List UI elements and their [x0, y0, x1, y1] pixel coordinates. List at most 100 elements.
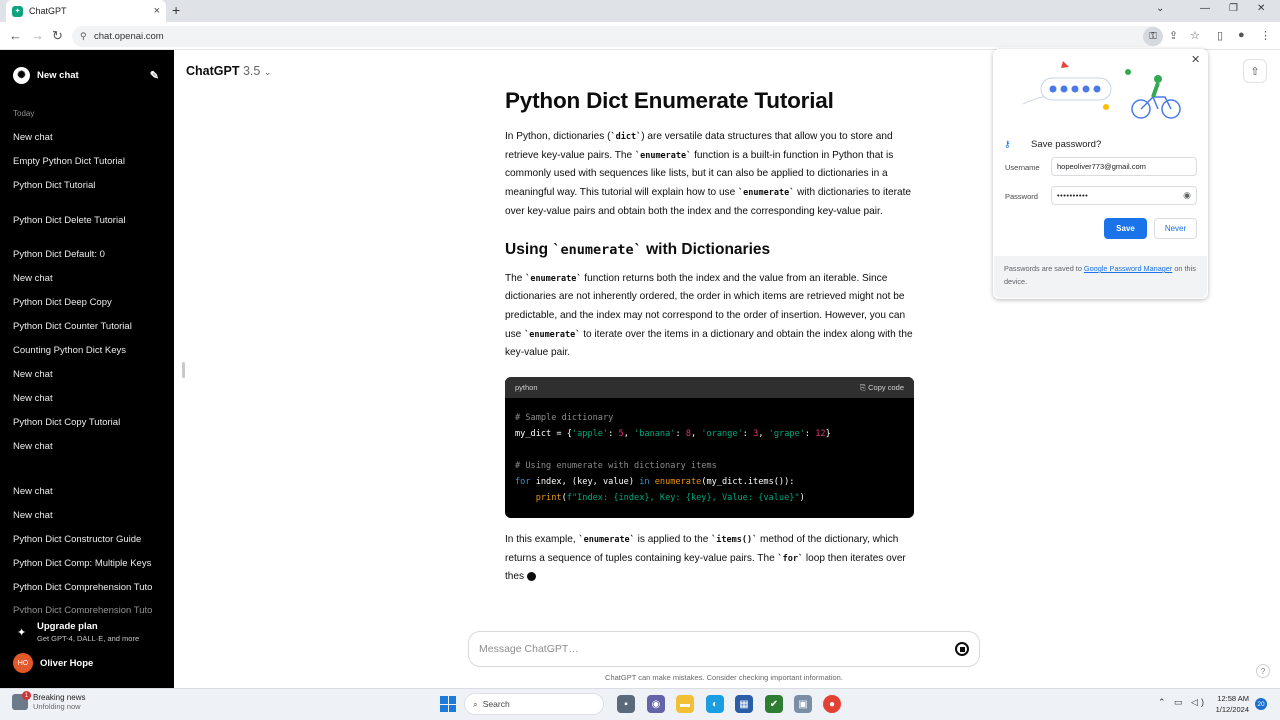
close-popup-icon[interactable]: ✕	[1191, 53, 1200, 66]
edge-icon[interactable]: ◐	[706, 695, 724, 713]
popup-title: Save password?	[1031, 139, 1102, 150]
sidebar-item[interactable]: New chat	[13, 393, 153, 404]
sidebar-item[interactable]: Empty Python Dict Tutorial	[13, 156, 153, 167]
share-button[interactable]: ⇧	[1243, 59, 1267, 83]
chatgpt-favicon-icon: ✦	[12, 5, 23, 17]
taskbar	[0, 688, 1280, 720]
news-subtitle: Unfolding now	[33, 702, 81, 711]
tab-search-chevron-icon[interactable]: ⌄	[1156, 3, 1164, 14]
clock[interactable]: 12:58 AM 1/12/2024	[1209, 693, 1249, 715]
sidebar-item[interactable]: Python Dict Counter Tutorial	[13, 321, 153, 332]
forward-button[interactable]: →	[31, 28, 44, 43]
code-block-header: python ⎘ Copy code	[505, 377, 914, 399]
sidebar-item[interactable]: New chat	[13, 273, 153, 284]
password-key-icon[interactable]: ⚿	[1143, 27, 1163, 46]
sidebar-item[interactable]: Python Dict Default: 0	[13, 249, 153, 260]
clipboard-icon: ⎘	[860, 382, 869, 392]
start-button[interactable]	[440, 696, 456, 712]
sidebar-item[interactable]: New chat	[13, 486, 153, 497]
edit-icon[interactable]: ✎	[150, 69, 159, 82]
teams-icon[interactable]: ◉	[647, 695, 665, 713]
minimize-button[interactable]: —	[1200, 3, 1210, 14]
new-tab-button[interactable]: +	[172, 2, 180, 18]
side-panel-icon[interactable]: ▯	[1217, 29, 1223, 42]
sidebar-item[interactable]: Python Dict Comprehension Tuto	[13, 605, 153, 613]
sidebar-item[interactable]: New chat	[13, 441, 153, 452]
reload-button[interactable]: ↻	[52, 28, 63, 44]
model-selector[interactable]: ChatGPT 3.5 ⌄	[186, 64, 271, 78]
password-manager-link[interactable]: Google Password Manager	[1084, 264, 1172, 273]
sparkle-icon: ✦	[17, 627, 27, 639]
sidebar-section-today: Today	[13, 109, 35, 118]
username-field[interactable]: hopeoliver773@gmail.com	[1051, 157, 1197, 176]
stop-generating-button[interactable]	[955, 642, 969, 656]
browser-tab-strip	[0, 0, 1280, 22]
paragraph-explanation: In this example, `enumerate` is applied …	[505, 534, 906, 583]
chrome-icon[interactable]: ●	[823, 695, 841, 713]
sidebar-item[interactable]: New chat	[13, 132, 153, 143]
sidebar-item[interactable]: Python Dict Tutorial	[13, 180, 153, 191]
model-name: ChatGPT	[186, 64, 240, 78]
assistant-message: Python Dict Enumerate Tutorial In Python…	[505, 88, 915, 587]
save-password-button[interactable]: Save	[1104, 218, 1147, 239]
sidebar-item[interactable]: Python Dict Comp: Multiple Keys	[13, 558, 153, 569]
upgrade-title: Upgrade plan	[37, 621, 98, 632]
sidebar-item[interactable]: Python Dict Deep Copy	[13, 297, 153, 308]
notification-badge[interactable]: 20	[1255, 698, 1267, 710]
sidebar-item[interactable]: Python Dict Comprehension Tuto	[13, 582, 153, 593]
store-icon[interactable]: ▦	[735, 695, 753, 713]
taskbar-search[interactable]: ⌕ Search	[464, 693, 604, 715]
app-icon[interactable]: ✔	[765, 695, 783, 713]
help-button[interactable]: ?	[1256, 664, 1270, 678]
profile-icon[interactable]: ●	[1238, 29, 1245, 41]
sidebar-item[interactable]: Python Dict Copy Tutorial	[13, 417, 153, 428]
key-icon: ⚷	[1004, 139, 1011, 149]
news-badge: 1	[22, 691, 31, 700]
password-field[interactable]: •••••••••• ◉	[1051, 186, 1197, 205]
news-widget[interactable]: 1 Breaking news Unfolding now	[12, 691, 86, 711]
popup-footer: Passwords are saved to Google Password M…	[994, 256, 1207, 298]
model-version: 3.5	[242, 64, 261, 78]
sidebar-toggle-handle[interactable]	[182, 362, 185, 378]
close-tab-icon[interactable]: ×	[154, 5, 160, 17]
disclaimer: ChatGPT can make mistakes. Consider chec…	[605, 673, 843, 682]
never-save-button[interactable]: Never	[1154, 218, 1197, 239]
sidebar-item[interactable]: Python Dict Constructor Guide	[13, 534, 153, 545]
sidebar-item[interactable]: Python Dict Delete Tutorial	[13, 215, 153, 226]
maximize-button[interactable]: ❐	[1229, 3, 1238, 14]
message-composer	[468, 631, 980, 667]
close-window-button[interactable]: ✕	[1257, 3, 1265, 14]
section-heading: Using `enumerate` with Dictionaries	[505, 240, 771, 258]
tab-title: ChatGPT	[29, 6, 67, 16]
user-name: Oliver Hope	[40, 657, 94, 669]
folder-icon[interactable]: ▬	[676, 695, 694, 713]
eye-icon[interactable]: ◉	[1183, 190, 1191, 201]
user-profile-button[interactable]: HO Oliver Hope	[13, 653, 93, 673]
article-title: Python Dict Enumerate Tutorial	[505, 88, 834, 113]
search-icon: ⌕	[473, 698, 478, 709]
browser-tab[interactable]: ✦ ChatGPT ×	[6, 0, 166, 22]
url-text: chat.openai.com	[94, 31, 164, 42]
back-button[interactable]: ←	[9, 28, 22, 43]
message-input[interactable]	[479, 643, 955, 655]
new-chat-button[interactable]: ✺ New chat ✎	[13, 66, 159, 84]
paragraph-enumerate: The `enumerate` function returns both th…	[505, 272, 913, 359]
upgrade-subtitle: Get GPT-4, DALL·E, and more	[37, 634, 140, 643]
bookmark-star-icon[interactable]: ☆	[1190, 29, 1200, 42]
browser-menu-icon[interactable]: ⋮	[1260, 29, 1271, 42]
news-title: Breaking news	[33, 693, 86, 702]
chevron-down-icon: ⌄	[263, 67, 272, 77]
new-chat-label: New chat	[37, 69, 79, 81]
photos-icon[interactable]: ▣	[794, 695, 812, 713]
share-page-icon[interactable]: ⇪	[1169, 29, 1178, 42]
sidebar-item[interactable]: New chat	[13, 369, 153, 380]
clock-time: 12:58 AM	[1217, 694, 1249, 703]
url-bar[interactable]: chat.openai.com	[72, 26, 1162, 47]
sidebar-item[interactable]: New chat	[13, 510, 153, 521]
openai-logo-icon: ✺	[13, 66, 30, 84]
file-explorer-icon[interactable]: ▪	[617, 695, 635, 713]
copy-code-button[interactable]: ⎘ Copy code	[860, 383, 904, 393]
system-tray-icons[interactable]: ⌃ ▭ ◁)	[1158, 697, 1207, 708]
sidebar-item[interactable]: Counting Python Dict Keys	[13, 345, 153, 356]
site-info-icon[interactable]: ⚲	[80, 31, 87, 42]
